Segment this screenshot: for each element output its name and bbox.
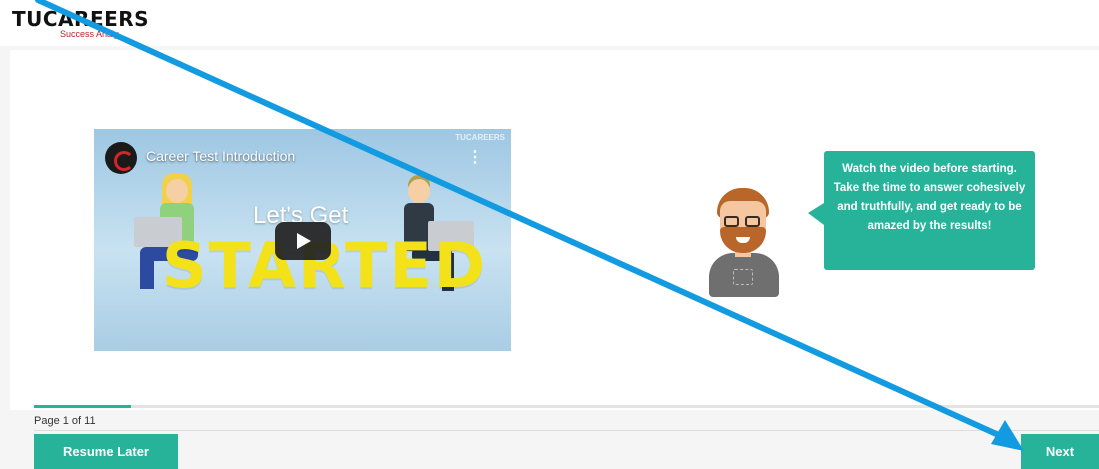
next-button[interactable]: Next [1021, 434, 1099, 469]
video-title[interactable]: Career Test Introduction [146, 148, 295, 164]
more-vertical-icon[interactable]: ⋮ [467, 147, 483, 167]
logo: TUCAREERS Success Analy [12, 7, 150, 39]
play-icon[interactable] [275, 222, 331, 260]
video-watermark: TUCAREERS [455, 133, 505, 142]
progress-fill [34, 405, 131, 408]
content-panel: Career Test Introduction ⋮ TUCAREERS Let… [10, 50, 1099, 410]
video-player[interactable]: Career Test Introduction ⋮ TUCAREERS Let… [94, 129, 511, 351]
resume-later-button[interactable]: Resume Later [34, 434, 178, 469]
assistant-avatar [703, 185, 785, 305]
logo-text: TUCAREERS [12, 7, 150, 31]
logo-tagline: Success Analy [60, 29, 119, 39]
assistant-speech-bubble: Watch the video before starting. Take th… [808, 151, 1035, 270]
header: TUCAREERS Success Analy [0, 0, 1099, 46]
page: TUCAREERS Success Analy Career Test Intr… [0, 0, 1099, 469]
progress-bar [34, 405, 1099, 408]
page-indicator: Page 1 of 11 [34, 415, 96, 427]
tucareers-channel-icon[interactable] [105, 142, 137, 174]
divider [34, 430, 1099, 431]
